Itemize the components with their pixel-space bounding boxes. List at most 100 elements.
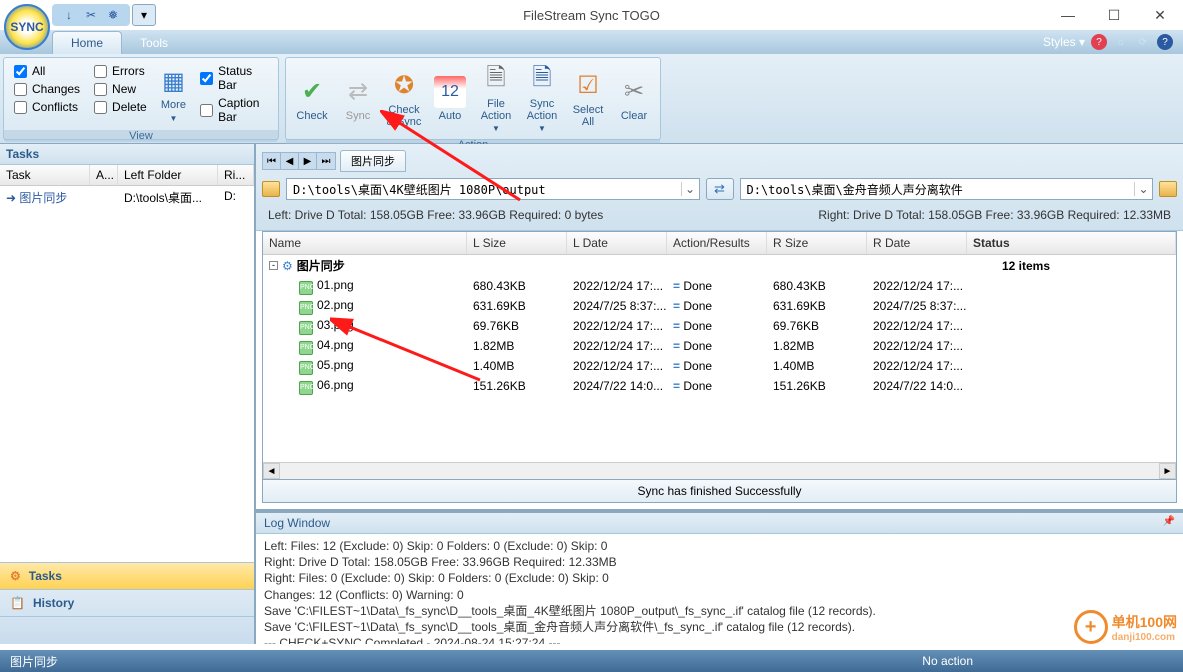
clear-button[interactable]: ✂Clear — [612, 62, 656, 135]
check-sync-icon: ✪ — [388, 70, 420, 102]
file-row[interactable]: PNG06.png151.26KB2024/7/22 14:0...= Done… — [263, 376, 1176, 396]
path-bar: ⏮ ◀ ▶ ⏭ 图片同步 ⌄ ⇄ ⌄ — [256, 144, 1183, 231]
left-path-dropdown[interactable]: ⌄ — [681, 182, 699, 196]
status-bar: 图片同步 No action — [0, 650, 1183, 672]
col-a[interactable]: A... — [90, 165, 118, 185]
png-icon: PNG — [299, 381, 313, 395]
folder-icon-left[interactable] — [262, 181, 280, 197]
chk-delete[interactable]: Delete — [94, 100, 147, 114]
styles-menu[interactable]: Styles ▾ — [1043, 35, 1085, 49]
log-line: --- CHECK+SYNC Completed - 2024-08-24 15… — [264, 635, 1175, 644]
qat-dropdown[interactable]: ▾ — [132, 4, 156, 26]
png-icon: PNG — [299, 361, 313, 375]
sync-action-icon: 🗎 — [526, 64, 558, 96]
ribbon-tabs: Home Tools Styles ▾ ? ⌂ ⟳ ? — [0, 30, 1183, 54]
home-icon[interactable]: ⌂ — [1113, 34, 1129, 50]
h-scrollbar[interactable]: ◄► — [263, 462, 1176, 479]
view-group: All Changes Conflicts Errors New Delete … — [3, 57, 279, 140]
col-rdate[interactable]: R Date — [867, 232, 967, 254]
sync-status-bar: Sync has finished Successfully — [262, 480, 1177, 503]
col-right[interactable]: Ri... — [218, 165, 254, 185]
file-row[interactable]: PNG05.png1.40MB2022/12/24 17:...= Done1.… — [263, 356, 1176, 376]
sync-action-button[interactable]: 🗎Sync Action▼ — [520, 62, 564, 135]
watermark-icon: + — [1074, 610, 1108, 644]
sync-button[interactable]: ⇄Sync — [336, 62, 380, 135]
watermark: + 单机100网danji100.com — [1074, 610, 1177, 644]
left-path-input[interactable] — [287, 182, 681, 196]
quick-access-toolbar: ↓ ✂ ❅ — [52, 4, 130, 26]
png-icon: PNG — [299, 301, 313, 315]
auto-button[interactable]: 12Auto — [428, 62, 472, 135]
calendar-icon: 12 — [434, 76, 466, 108]
file-row[interactable]: PNG02.png631.69KB2024/7/25 8:37:...= Don… — [263, 296, 1176, 316]
col-rsize[interactable]: R Size — [767, 232, 867, 254]
tasks-grid[interactable]: Task A... Left Folder Ri... ➜ 图片同步 D:\to… — [0, 165, 254, 562]
nav-last[interactable]: ⏭ — [317, 153, 335, 169]
chk-new[interactable]: New — [94, 82, 147, 96]
nav-tasks[interactable]: ⚙Tasks — [0, 562, 254, 589]
help-icon[interactable]: ? — [1091, 34, 1107, 50]
col-left[interactable]: Left Folder — [118, 165, 218, 185]
chk-all[interactable]: All — [14, 64, 80, 78]
log-header: Log Window — [264, 516, 330, 530]
tab-tools[interactable]: Tools — [122, 32, 186, 54]
maximize-button[interactable]: ☐ — [1091, 0, 1137, 30]
chk-changes[interactable]: Changes — [14, 82, 80, 96]
tab-home[interactable]: Home — [52, 31, 122, 54]
pin-icon[interactable]: 📌 — [1163, 516, 1175, 530]
group-icon: ⚙ — [282, 259, 293, 273]
nav-first[interactable]: ⏮ — [263, 153, 281, 169]
file-row[interactable]: PNG01.png680.43KB2022/12/24 17:...= Done… — [263, 276, 1176, 296]
info-icon[interactable]: ? — [1157, 34, 1173, 50]
grid-group-row[interactable]: - ⚙ 图片同步 12 items — [263, 255, 1176, 276]
minimize-button[interactable]: — — [1045, 0, 1091, 30]
more-button[interactable]: ▦ More ▼ — [155, 62, 192, 126]
col-name[interactable]: Name — [263, 232, 467, 254]
swap-button[interactable]: ⇄ — [706, 178, 734, 200]
nav-prev[interactable]: ◀ — [281, 153, 299, 169]
close-button[interactable]: ✕ — [1137, 0, 1183, 30]
chk-statusbar[interactable]: Status Bar — [200, 64, 268, 92]
window-title: FileStream Sync TOGO — [523, 8, 660, 23]
tasks-pane: Tasks Task A... Left Folder Ri... ➜ 图片同步… — [0, 144, 256, 644]
file-row[interactable]: PNG03.png69.76KB2022/12/24 17:...= Done6… — [263, 316, 1176, 336]
log-window: Log Window 📌 Left: Files: 12 (Exclude: 0)… — [256, 509, 1183, 644]
file-row[interactable]: PNG04.png1.82MB2022/12/24 17:...= Done1.… — [263, 336, 1176, 356]
task-row[interactable]: ➜ 图片同步 D:\tools\桌面... D: — [0, 186, 254, 209]
col-task[interactable]: Task — [0, 165, 90, 185]
col-status[interactable]: Status — [967, 232, 1176, 254]
collapse-icon[interactable]: - — [269, 261, 278, 270]
col-ldate[interactable]: L Date — [567, 232, 667, 254]
log-body[interactable]: Left: Files: 12 (Exclude: 0) Skip: 0 Fol… — [256, 534, 1183, 644]
tasks-header: Tasks — [0, 144, 254, 165]
right-path-box: ⌄ — [740, 178, 1154, 200]
cut-icon[interactable]: ✂ — [82, 6, 100, 24]
tasks-icon: ⚙ — [10, 569, 21, 583]
right-path-dropdown[interactable]: ⌄ — [1134, 182, 1152, 196]
right-path-input[interactable] — [741, 182, 1135, 196]
chk-conflicts[interactable]: Conflicts — [14, 100, 80, 114]
folder-icon-right[interactable] — [1159, 181, 1177, 197]
view-caption: View — [4, 130, 278, 142]
col-lsize[interactable]: L Size — [467, 232, 567, 254]
left-disk-info: Left: Drive D Total: 158.05GB Free: 33.9… — [268, 208, 603, 222]
chk-errors[interactable]: Errors — [94, 64, 147, 78]
col-action[interactable]: Action/Results — [667, 232, 767, 254]
nav-next[interactable]: ▶ — [299, 153, 317, 169]
log-line: Changes: 12 (Conflicts: 0) Warning: 0 — [264, 587, 1175, 603]
ribbon: All Changes Conflicts Errors New Delete … — [0, 54, 1183, 144]
select-all-icon: ☑ — [572, 70, 604, 102]
save-icon[interactable]: ↓ — [60, 6, 78, 24]
nav-history[interactable]: 📋History — [0, 589, 254, 616]
sync-icon[interactable]: ⟳ — [1135, 34, 1151, 50]
app-logo[interactable]: SYNC — [4, 4, 50, 50]
options-icon[interactable]: ❅ — [104, 6, 122, 24]
select-all-button[interactable]: ☑Select All — [566, 62, 610, 135]
log-line: Save 'C:\FILEST~1\Data\_fs_sync\D__tools… — [264, 603, 1175, 619]
doc-tab[interactable]: 图片同步 — [340, 150, 406, 172]
check-sync-button[interactable]: ✪Check & Sync — [382, 62, 426, 135]
file-action-button[interactable]: 🗎File Action▼ — [474, 62, 518, 135]
chk-captionbar[interactable]: Caption Bar — [200, 96, 268, 124]
status-left: 图片同步 — [10, 653, 58, 670]
check-button[interactable]: ✔Check — [290, 62, 334, 135]
